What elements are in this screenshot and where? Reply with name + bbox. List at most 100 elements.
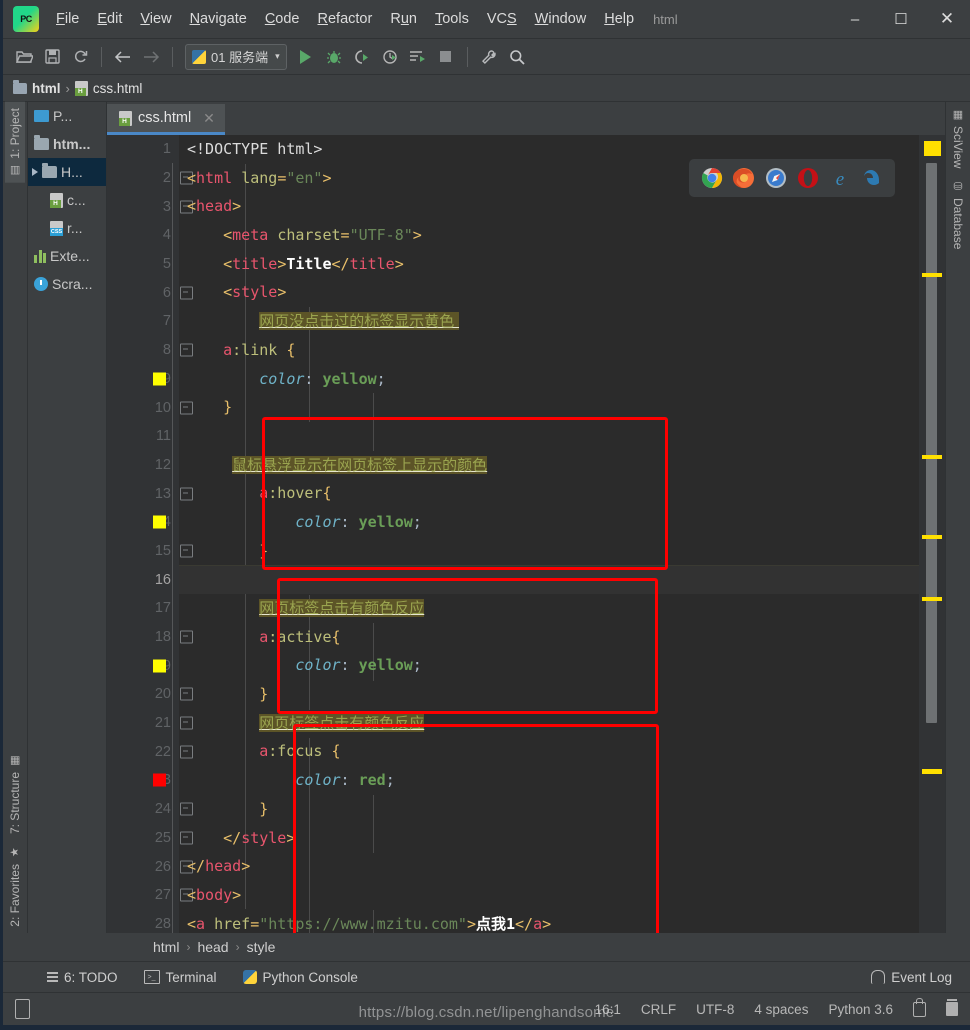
code-line[interactable]: <meta charset="UTF-8"> bbox=[179, 221, 919, 250]
line-number[interactable]: 13 bbox=[107, 479, 193, 508]
line-number[interactable]: 28 bbox=[107, 910, 179, 933]
back-arrow-icon[interactable] bbox=[110, 44, 136, 70]
line-number[interactable]: 20 bbox=[107, 680, 193, 709]
code-line[interactable]: a:active{ bbox=[179, 623, 919, 652]
code-line[interactable]: } bbox=[179, 393, 919, 422]
settings-wrench-icon[interactable] bbox=[476, 44, 502, 70]
list-item[interactable]: H... bbox=[28, 158, 106, 186]
navbar-file-label[interactable]: css.html bbox=[93, 81, 143, 96]
edge-icon[interactable] bbox=[861, 167, 883, 189]
code-editor[interactable]: 1234567891011121314151617181920212223242… bbox=[107, 135, 945, 933]
sidebar-item-structure[interactable]: 7: Structure ▦ bbox=[5, 748, 25, 840]
list-item[interactable]: r... bbox=[28, 214, 106, 242]
bottom-tab-todo[interactable]: 6: TODO bbox=[47, 970, 118, 985]
breadcrumb-item-style[interactable]: style bbox=[247, 939, 276, 955]
line-number[interactable]: 26 bbox=[107, 852, 193, 881]
firefox-icon[interactable] bbox=[733, 167, 755, 189]
menu-refactor[interactable]: Refactor bbox=[309, 7, 382, 31]
debug-icon[interactable] bbox=[321, 44, 347, 70]
internet-explorer-icon[interactable]: e bbox=[829, 167, 851, 190]
breadcrumb-item-html[interactable]: html bbox=[153, 939, 179, 955]
line-number[interactable]: 2 bbox=[107, 164, 193, 193]
line-number[interactable]: 11 bbox=[107, 422, 179, 451]
menu-window[interactable]: Window bbox=[526, 7, 596, 31]
line-number[interactable]: 16 bbox=[107, 565, 179, 594]
stop-icon[interactable] bbox=[433, 44, 459, 70]
list-item[interactable]: c... bbox=[28, 186, 106, 214]
line-number[interactable]: 9 bbox=[107, 365, 179, 394]
sidebar-item-database[interactable]: ⛁ Database bbox=[948, 174, 968, 255]
color-swatch-gutter-icon[interactable] bbox=[153, 659, 166, 673]
menu-edit[interactable]: Edit bbox=[88, 7, 131, 31]
browser-preview-bar[interactable]: e bbox=[689, 159, 895, 197]
device-icon[interactable] bbox=[15, 999, 30, 1019]
line-separator[interactable]: CRLF bbox=[641, 1002, 676, 1017]
close-icon[interactable]: ✕ bbox=[203, 110, 215, 127]
menu-code[interactable]: Code bbox=[256, 7, 309, 31]
navbar-folder-label[interactable]: html bbox=[32, 81, 61, 96]
code-line[interactable] bbox=[179, 565, 919, 594]
bottom-tab-event-log[interactable]: Event Log bbox=[871, 970, 952, 985]
line-number[interactable]: 3 bbox=[107, 192, 193, 221]
lock-icon[interactable] bbox=[913, 997, 926, 1017]
run-icon[interactable] bbox=[293, 44, 319, 70]
code-line[interactable]: color: yellow; bbox=[179, 365, 919, 394]
color-swatch-gutter-icon[interactable] bbox=[153, 372, 166, 386]
line-number[interactable]: 21 bbox=[107, 709, 193, 738]
code-line[interactable]: } bbox=[179, 680, 919, 709]
color-swatch-gutter-icon[interactable] bbox=[153, 515, 166, 529]
line-number[interactable]: 23 bbox=[107, 766, 179, 795]
indent-setting[interactable]: 4 spaces bbox=[754, 1002, 808, 1017]
chrome-icon[interactable] bbox=[701, 167, 723, 189]
menu-view[interactable]: View bbox=[131, 7, 180, 31]
code-line[interactable]: <body> bbox=[179, 881, 919, 910]
line-number[interactable]: 15 bbox=[107, 537, 193, 566]
code-content[interactable]: e <!DOCTYPE html> <html lang="en"> <head> … bbox=[179, 135, 919, 933]
sidebar-item-sciview[interactable]: ▦ SciView bbox=[948, 102, 968, 174]
line-number[interactable]: 7 bbox=[107, 307, 179, 336]
list-item[interactable]: htm... bbox=[28, 130, 106, 158]
line-number[interactable]: 1 bbox=[107, 135, 179, 164]
menu-file[interactable]: File bbox=[47, 7, 88, 31]
code-line[interactable]: <a href="https://www.mzitu.com">点我1</a> bbox=[179, 910, 919, 933]
line-number[interactable]: 14 bbox=[107, 508, 179, 537]
run-configuration-selector[interactable]: 01 服务端 ▾ bbox=[185, 43, 287, 70]
menu-tools[interactable]: Tools bbox=[426, 7, 478, 31]
menu-help[interactable]: Help bbox=[595, 7, 643, 31]
line-number[interactable]: 25 bbox=[107, 824, 193, 853]
search-icon[interactable] bbox=[504, 44, 530, 70]
sidebar-item-favorites[interactable]: 2: Favorites ★ bbox=[5, 840, 25, 933]
code-line[interactable]: <title>Title</title> bbox=[179, 250, 919, 279]
code-line[interactable]: 鼠标悬浮显示在网页标签上显示的颜色 bbox=[179, 451, 919, 480]
list-item[interactable]: P... bbox=[28, 102, 106, 130]
color-swatch-gutter-icon[interactable] bbox=[153, 773, 166, 787]
code-line[interactable]: a:link { bbox=[179, 336, 919, 365]
sidebar-item-project[interactable]: ▤ 1: Project bbox=[5, 102, 25, 183]
editor-gutter[interactable]: 1234567891011121314151617181920212223242… bbox=[107, 135, 193, 933]
marker[interactable] bbox=[922, 597, 942, 601]
menu-navigate[interactable]: Navigate bbox=[181, 7, 256, 31]
menu-run[interactable]: Run bbox=[381, 7, 426, 31]
line-number[interactable]: 8 bbox=[107, 336, 193, 365]
forward-arrow-icon[interactable] bbox=[138, 44, 164, 70]
line-number[interactable]: 17 bbox=[107, 594, 179, 623]
profile-icon[interactable] bbox=[377, 44, 403, 70]
encoding[interactable]: UTF-8 bbox=[696, 1002, 734, 1017]
code-line[interactable]: 网页标签点击有颜色反应 bbox=[179, 709, 919, 738]
save-icon[interactable] bbox=[39, 44, 65, 70]
line-number[interactable]: 27 bbox=[107, 881, 193, 910]
trash-icon[interactable] bbox=[946, 999, 958, 1016]
marker[interactable] bbox=[922, 273, 942, 277]
line-number[interactable]: 18 bbox=[107, 623, 193, 652]
code-line[interactable]: </head> bbox=[179, 852, 919, 881]
code-line[interactable]: a:hover{ bbox=[179, 479, 919, 508]
line-number[interactable]: 22 bbox=[107, 737, 193, 766]
editor-marker-bar[interactable] bbox=[919, 135, 945, 933]
list-item[interactable]: Exte... bbox=[28, 242, 106, 270]
code-line[interactable] bbox=[179, 422, 919, 451]
line-number[interactable]: 4 bbox=[107, 221, 179, 250]
marker[interactable] bbox=[922, 769, 942, 774]
code-line[interactable]: a:focus { bbox=[179, 737, 919, 766]
bottom-tab-terminal[interactable]: >_ Terminal bbox=[143, 970, 217, 985]
line-number[interactable]: 5 bbox=[107, 250, 179, 279]
